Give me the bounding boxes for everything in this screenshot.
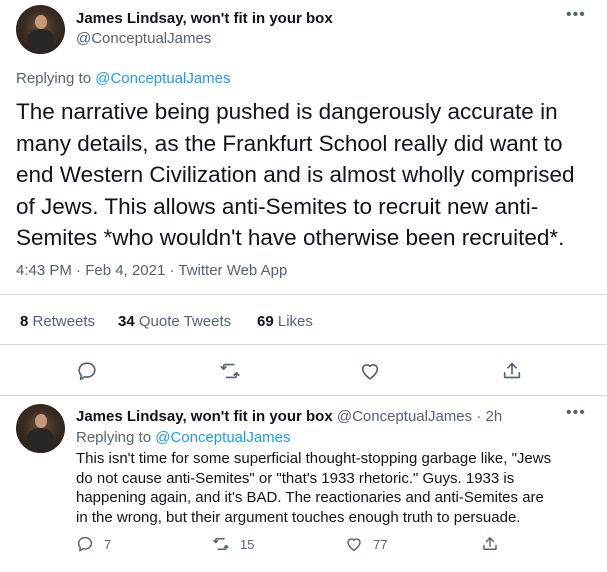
retweet-icon: [213, 538, 229, 550]
divider: [0, 294, 607, 295]
reply-tweet-text: This isn't time for some superficial tho…: [76, 450, 552, 526]
share-button[interactable]: [501, 360, 523, 382]
author-handle[interactable]: @ConceptualJames: [76, 30, 211, 47]
reply-icon: [78, 362, 96, 381]
reply-more-options-icon[interactable]: •••: [566, 404, 586, 422]
reply-button[interactable]: [76, 360, 98, 382]
reply-replying-to-label: Replying to: [76, 429, 152, 446]
reply-replying-to-handle[interactable]: @ConceptualJames: [155, 429, 290, 446]
tweet-time[interactable]: 4:43 PM: [16, 262, 72, 279]
tweet-metadata: 4:43 PM · Feb 4, 2021 · Twitter Web App: [16, 262, 287, 279]
reply-like-count: 77: [373, 536, 388, 552]
tweet-client[interactable]: Twitter Web App: [178, 262, 287, 279]
quote-tweets-count: 34: [118, 313, 135, 330]
reply-reply-count: 7: [104, 536, 112, 552]
reply-retweet-count: 15: [240, 536, 255, 552]
divider: [0, 344, 607, 345]
reply-icon: [77, 536, 93, 552]
divider: [0, 395, 607, 396]
replying-to-label: Replying to: [16, 70, 92, 87]
reply-reply-button[interactable]: 7: [76, 535, 111, 553]
reply-header: James Lindsay, won't fit in your box @Co…: [76, 408, 502, 425]
like-button[interactable]: [359, 360, 381, 382]
tweet-date[interactable]: Feb 4, 2021: [85, 262, 165, 279]
reply-share-button[interactable]: [481, 535, 499, 553]
retweets-label: Retweets: [32, 313, 96, 330]
reply-separator: ·: [476, 408, 482, 425]
quote-tweets-label: Quote Tweets: [138, 313, 232, 330]
retweet-button[interactable]: [219, 360, 241, 382]
likes-label: Likes: [277, 313, 313, 330]
likes-stat[interactable]: 69 Likes: [257, 313, 313, 330]
quote-tweets-stat[interactable]: 34 Quote Tweets: [118, 313, 231, 330]
reply-like-button[interactable]: 77: [345, 535, 387, 553]
share-icon: [503, 362, 521, 379]
reply-time[interactable]: 2h: [485, 408, 502, 425]
reply-author-handle[interactable]: @ConceptualJames: [337, 408, 472, 425]
author-avatar[interactable]: [16, 5, 65, 54]
reply-replying-to: Replying to @ConceptualJames: [76, 429, 291, 446]
likes-count: 69: [257, 313, 274, 330]
retweets-stat[interactable]: 8 Retweets: [20, 313, 95, 330]
more-options-icon[interactable]: •••: [566, 6, 586, 24]
retweets-count: 8: [20, 313, 29, 330]
like-icon: [347, 538, 361, 552]
tweet-text: The narrative being pushed is dangerousl…: [16, 99, 575, 250]
like-icon: [361, 364, 379, 380]
meta-separator: ·: [169, 262, 175, 279]
reply-author-avatar[interactable]: [16, 404, 65, 453]
meta-separator: ·: [76, 262, 82, 279]
reply-author-display-name[interactable]: James Lindsay, won't fit in your box: [76, 408, 333, 425]
author-display-name[interactable]: James Lindsay, won't fit in your box: [76, 10, 333, 27]
retweet-icon: [220, 363, 240, 379]
share-icon: [483, 537, 497, 550]
replying-to: Replying to @ConceptualJames: [16, 70, 231, 87]
replying-to-handle[interactable]: @ConceptualJames: [95, 70, 230, 87]
reply-retweet-button[interactable]: 15: [212, 535, 254, 553]
